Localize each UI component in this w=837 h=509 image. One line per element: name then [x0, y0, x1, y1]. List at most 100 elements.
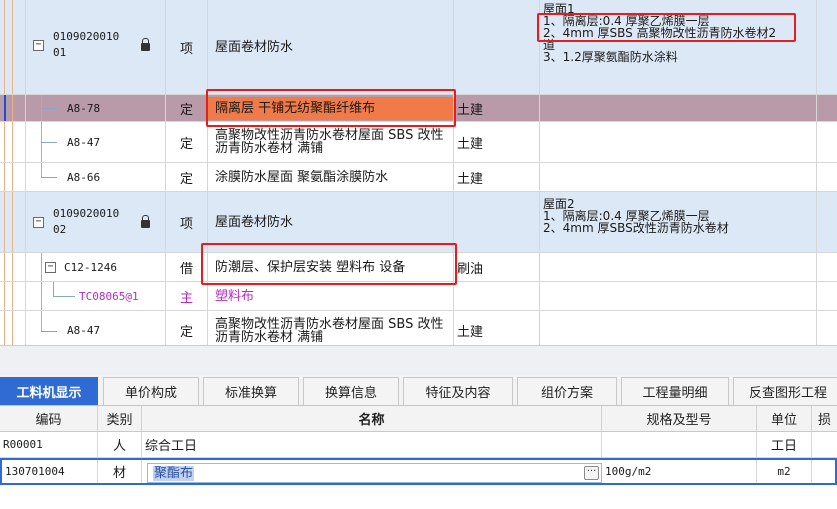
- extra-cell: [817, 311, 837, 345]
- table-row[interactable]: − 0109020010 02 项 屋面卷材防水 屋面2 1、隔离层:0.4 厚…: [0, 192, 837, 253]
- spec-cell: 土建: [454, 163, 540, 191]
- features-cell: [540, 311, 817, 345]
- spec-cell: [454, 282, 540, 310]
- tab-unit-price[interactable]: 单价构成: [103, 377, 199, 405]
- name-cell[interactable]: 防潮层、保护层安装 塑料布 设备: [208, 253, 454, 281]
- table-row[interactable]: A8-47 定 高聚物改性沥青防水卷材屋面 SBS 改性沥青防水卷材 满铺 土建: [0, 311, 837, 345]
- type-cell: 项: [166, 192, 208, 252]
- type-cell: 借: [166, 253, 208, 281]
- tab-labor-material[interactable]: 工料机显示: [0, 377, 98, 405]
- row-margin: [0, 311, 26, 345]
- tab-conversion-info[interactable]: 换算信息: [303, 377, 399, 405]
- tab-quantity-detail[interactable]: 工程量明细: [621, 377, 729, 405]
- header-unit[interactable]: 单位: [757, 406, 812, 432]
- ellipsis-button[interactable]: ···: [584, 466, 599, 480]
- extra-cell: [817, 95, 837, 121]
- code-cell: − 0109020010 01: [26, 0, 166, 94]
- category-cell: 材: [98, 460, 142, 483]
- code-cell: TC08065@1: [26, 282, 166, 310]
- features-cell: [540, 253, 817, 281]
- code-text: C12-1246: [64, 261, 117, 274]
- row-margin: [0, 192, 26, 252]
- feature-line: 2、4mm 厚SBS改性沥青防水卷材: [543, 221, 729, 235]
- spec-cell: 土建: [454, 122, 540, 162]
- name-cell[interactable]: 屋面卷材防水: [208, 0, 454, 94]
- table-row[interactable]: TC08065@1 主 塑料布: [0, 282, 837, 311]
- extra-cell: [817, 253, 837, 281]
- table-row[interactable]: A8-66 定 涂膜防水屋面 聚氨酯涂膜防水 土建: [0, 163, 837, 192]
- collapse-icon[interactable]: −: [33, 217, 44, 228]
- name-cell[interactable]: 屋面卷材防水: [208, 192, 454, 252]
- table-row[interactable]: − 0109020010 01 项 屋面卷材防水 屋面1 1、隔离层:0.4 厚…: [0, 0, 837, 95]
- code-text: A8-78: [67, 102, 101, 115]
- code-text: A8-66: [67, 171, 101, 184]
- type-cell: 项: [166, 0, 208, 94]
- resource-grid: 编码 类别 名称 规格及型号 单位 损 R00001 人 综合工日 工日 130…: [0, 406, 837, 509]
- table-row[interactable]: A8-47 定 高聚物改性沥青防水卷材屋面 SBS 改性沥青防水卷材 满铺 土建: [0, 122, 837, 163]
- spec-cell: 刷油: [454, 253, 540, 281]
- code-cell: − C12-1246: [26, 253, 166, 281]
- collapse-icon[interactable]: −: [33, 40, 44, 51]
- row-margin: [0, 0, 26, 94]
- name-edit-text: 聚酯布: [153, 466, 195, 481]
- spec-cell: 土建: [454, 95, 540, 121]
- name-cell[interactable]: 隔离层 干铺无纺聚酯纤维布: [208, 95, 454, 121]
- detail-tab-bar: 工料机显示 单价构成 标准换算 换算信息 特征及内容 组价方案 工程量明细 反查…: [0, 375, 837, 406]
- row-margin: [0, 282, 26, 310]
- type-cell: 主: [166, 282, 208, 310]
- code-text: A8-47: [67, 136, 101, 149]
- name-cell[interactable]: 综合工日: [142, 432, 602, 457]
- feature-line: 2、4mm 厚SBS 高聚物改性沥青防水卷材2: [543, 26, 777, 40]
- name-cell[interactable]: 高聚物改性沥青防水卷材屋面 SBS 改性沥青防水卷材 满铺: [208, 311, 454, 345]
- features-cell: [540, 163, 817, 191]
- features-cell: [540, 122, 817, 162]
- spec-cell[interactable]: 100g/m2: [602, 460, 757, 483]
- spec-cell: [454, 192, 540, 252]
- code-text: A8-47: [67, 324, 101, 337]
- name-cell[interactable]: 塑料布: [208, 282, 454, 310]
- loss-cell: [812, 432, 837, 457]
- code-cell: A8-66: [26, 163, 166, 191]
- spec-cell[interactable]: [602, 432, 757, 457]
- quota-grid: − 0109020010 01 项 屋面卷材防水 屋面1 1、隔离层:0.4 厚…: [0, 0, 837, 345]
- tab-features[interactable]: 特征及内容: [403, 377, 513, 405]
- table-row[interactable]: − C12-1246 借 防潮层、保护层安装 塑料布 设备 刷油: [0, 253, 837, 282]
- code-cell: − 0109020010 02: [26, 192, 166, 252]
- lock-icon: [141, 215, 150, 228]
- header-loss[interactable]: 损: [812, 406, 837, 432]
- spec-cell: [454, 0, 540, 94]
- tab-standard-conversion[interactable]: 标准换算: [203, 377, 299, 405]
- unit-cell: 工日: [757, 432, 812, 457]
- row-margin: [0, 95, 26, 121]
- tab-reverse-lookup[interactable]: 反查图形工程: [733, 377, 837, 405]
- unit-cell: m2: [757, 460, 812, 483]
- header-code[interactable]: 编码: [0, 406, 98, 432]
- name-cell[interactable]: 涂膜防水屋面 聚氨酯涂膜防水: [208, 163, 454, 191]
- type-cell: 定: [166, 311, 208, 345]
- lock-icon: [141, 38, 150, 51]
- panel-splitter[interactable]: [0, 345, 837, 375]
- code-line-2: 02: [53, 223, 67, 236]
- row-margin: [0, 253, 26, 281]
- name-text: 隔离层 干铺无纺聚酯纤维布: [215, 100, 376, 116]
- features-cell: [540, 282, 817, 310]
- spec-cell: 土建: [454, 311, 540, 345]
- code-cell: R00001: [0, 432, 98, 457]
- features-cell: 屋面2 1、隔离层:0.4 厚聚乙烯膜一层 2、4mm 厚SBS改性沥青防水卷材: [540, 192, 817, 252]
- extra-cell: [817, 282, 837, 310]
- header-category[interactable]: 类别: [98, 406, 142, 432]
- header-name[interactable]: 名称: [142, 406, 602, 432]
- name-cell[interactable]: 高聚物改性沥青防水卷材屋面 SBS 改性沥青防水卷材 满铺: [208, 122, 454, 162]
- code-line-1: 0109020010: [53, 30, 120, 43]
- name-edit-field[interactable]: 聚酯布 ···: [147, 463, 602, 483]
- header-spec[interactable]: 规格及型号: [602, 406, 757, 432]
- collapse-icon[interactable]: −: [45, 262, 56, 273]
- table-row[interactable]: 130701004 材 聚酯布 ··· 100g/m2 m2: [0, 458, 837, 485]
- code-cell: A8-47: [26, 311, 166, 345]
- table-row[interactable]: A8-78 定 隔离层 干铺无纺聚酯纤维布 土建: [0, 95, 837, 122]
- row-margin: [0, 163, 26, 191]
- table-row[interactable]: R00001 人 综合工日 工日: [0, 432, 837, 458]
- extra-cell: [817, 122, 837, 162]
- tab-pricing-plan[interactable]: 组价方案: [517, 377, 617, 405]
- features-cell: [540, 95, 817, 121]
